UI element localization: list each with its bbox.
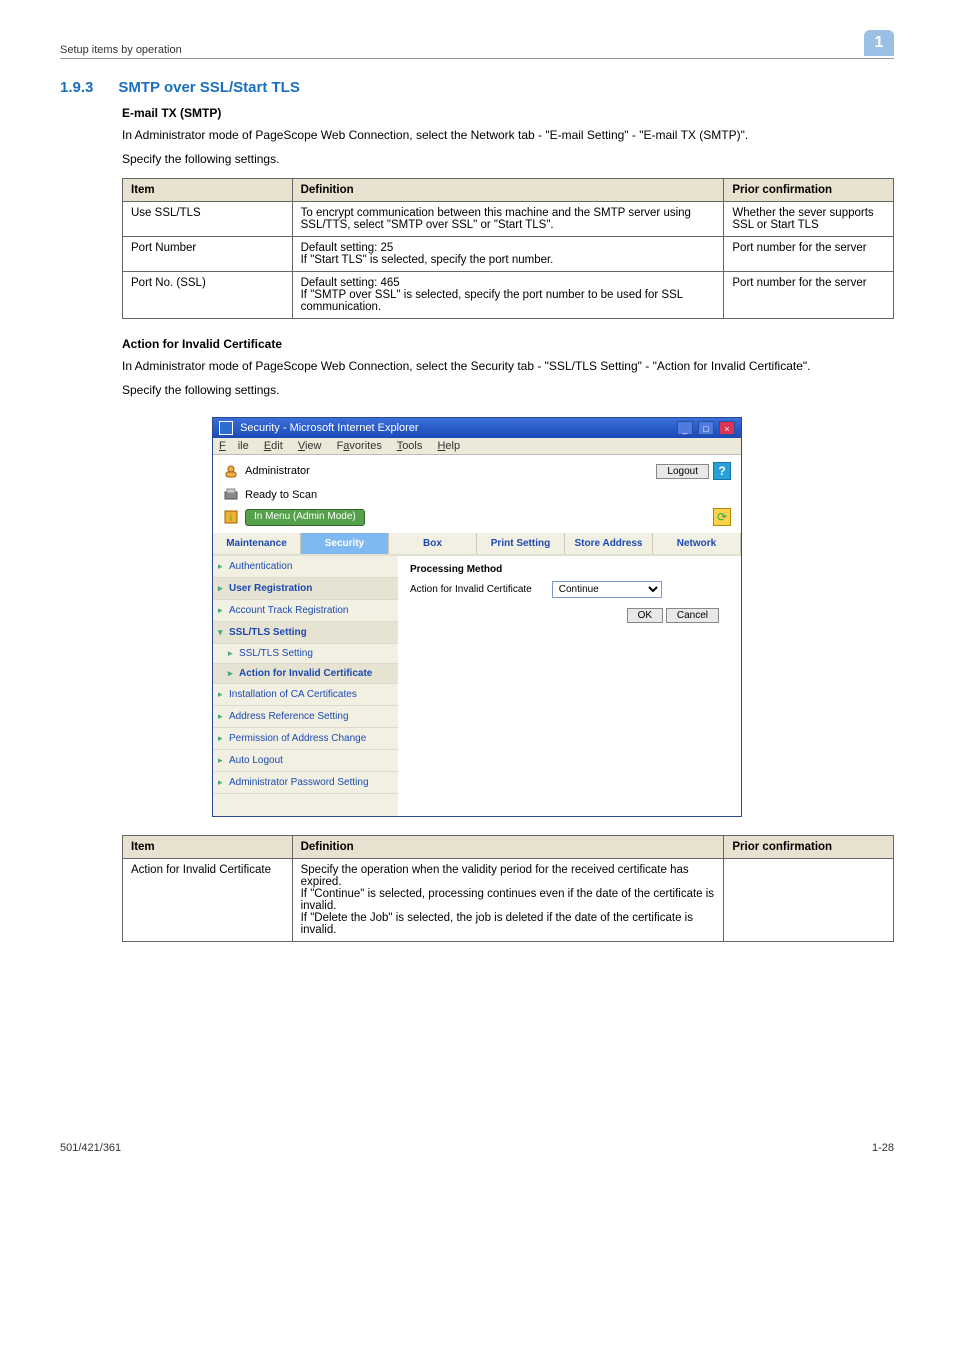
footer-right: 1-28	[872, 1142, 894, 1154]
footer-left: 501/421/361	[60, 1142, 121, 1154]
maximize-button[interactable]: □	[698, 421, 714, 435]
table-row: Action for Invalid Certificate Specify t…	[123, 859, 894, 942]
app-header: Administrator Logout ? Ready to Scan i	[213, 455, 741, 533]
cell-item: Use SSL/TLS	[123, 202, 293, 237]
tab-maintenance[interactable]: Maintenance	[213, 533, 301, 554]
sidebar-item-user-registration[interactable]: User Registration	[213, 578, 398, 600]
refresh-button[interactable]: ⟳	[713, 508, 731, 526]
content-pane: Processing Method Action for Invalid Cer…	[398, 556, 741, 816]
section-number: 1.9.3	[60, 79, 93, 96]
nav-tabs: Maintenance Security Box Print Setting S…	[213, 533, 741, 556]
content-label: Action for Invalid Certificate	[410, 584, 532, 595]
section-heading: 1.9.3 SMTP over SSL/Start TLS	[60, 79, 894, 96]
menu-file[interactable]: File	[219, 440, 249, 452]
ie-icon	[219, 421, 233, 435]
smtp-heading: E-mail TX (SMTP)	[122, 106, 894, 120]
col-item: Item	[123, 836, 293, 859]
col-definition: Definition	[292, 836, 724, 859]
tab-security[interactable]: Security	[301, 533, 389, 554]
cell-definition: To encrypt communication between this ma…	[292, 202, 724, 237]
sidebar-item-auto-logout[interactable]: Auto Logout	[213, 750, 398, 772]
menu-favorites[interactable]: Favorites	[337, 440, 382, 452]
ok-button[interactable]: OK	[627, 608, 663, 623]
admin-icon	[223, 463, 239, 479]
sidebar: Authentication User Registration Account…	[213, 556, 398, 816]
action-para-2: Specify the following settings.	[122, 381, 894, 399]
tab-box[interactable]: Box	[389, 533, 477, 554]
col-prior: Prior confirmation	[724, 836, 894, 859]
menu-help[interactable]: Help	[437, 440, 460, 452]
table-row: Use SSL/TLS To encrypt communication bet…	[123, 202, 894, 237]
cell-item: Port No. (SSL)	[123, 272, 293, 319]
action-table: Item Definition Prior confirmation Actio…	[122, 835, 894, 942]
screenshot-window: Security - Microsoft Internet Explorer _…	[212, 417, 742, 817]
sidebar-item-admin-password[interactable]: Administrator Password Setting	[213, 772, 398, 794]
page-tab-indicator: 1	[864, 30, 894, 56]
page-header: Setup items by operation 1	[60, 30, 894, 59]
menu-edit[interactable]: Edit	[264, 440, 283, 452]
cell-item: Port Number	[123, 237, 293, 272]
action-select[interactable]: Continue	[552, 581, 662, 598]
window-title: Security - Microsoft Internet Explorer	[219, 421, 419, 435]
sidebar-sub-ssl-tls-setting[interactable]: SSL/TLS Setting	[213, 644, 398, 664]
window-title-text: Security - Microsoft Internet Explorer	[240, 422, 419, 434]
sidebar-sub-action-invalid-cert[interactable]: Action for Invalid Certificate	[213, 664, 398, 684]
window-titlebar: Security - Microsoft Internet Explorer _…	[213, 418, 741, 438]
cell-prior: Whether the sever supports SSL or Start …	[724, 202, 894, 237]
mode-indicator: In Menu (Admin Mode)	[245, 509, 365, 526]
col-prior: Prior confirmation	[724, 179, 894, 202]
sidebar-item-authentication[interactable]: Authentication	[213, 556, 398, 578]
tab-print-setting[interactable]: Print Setting	[477, 533, 565, 554]
close-button[interactable]: ×	[719, 421, 735, 435]
help-button[interactable]: ?	[713, 462, 731, 480]
smtp-table: Item Definition Prior confirmation Use S…	[122, 178, 894, 319]
cell-item: Action for Invalid Certificate	[123, 859, 293, 942]
window-menubar: File Edit View Favorites Tools Help	[213, 438, 741, 455]
cell-prior	[724, 859, 894, 942]
smtp-para-1: In Administrator mode of PageScope Web C…	[122, 126, 894, 144]
svg-text:i: i	[230, 513, 232, 524]
admin-label: Administrator	[245, 465, 310, 477]
mode-icon: i	[223, 509, 239, 525]
menu-view[interactable]: View	[298, 440, 322, 452]
cell-definition: Default setting: 465 If "SMTP over SSL" …	[292, 272, 724, 319]
cell-definition: Default setting: 25 If "Start TLS" is se…	[292, 237, 724, 272]
cell-prior: Port number for the server	[724, 272, 894, 319]
printer-icon	[223, 487, 239, 503]
logout-button[interactable]: Logout	[656, 464, 709, 479]
minimize-button[interactable]: _	[677, 421, 693, 435]
sidebar-item-permission-address[interactable]: Permission of Address Change	[213, 728, 398, 750]
tab-network[interactable]: Network	[653, 533, 741, 554]
sidebar-item-ssl-tls[interactable]: SSL/TLS Setting	[213, 622, 398, 644]
smtp-para-2: Specify the following settings.	[122, 150, 894, 168]
table-header-row: Item Definition Prior confirmation	[123, 179, 894, 202]
app-body: Authentication User Registration Account…	[213, 556, 741, 816]
table-row: Port Number Default setting: 25 If "Star…	[123, 237, 894, 272]
page-footer: 501/421/361 1-28	[60, 1142, 894, 1154]
window-controls: _ □ ×	[675, 421, 735, 435]
col-definition: Definition	[292, 179, 724, 202]
tab-store-address[interactable]: Store Address	[565, 533, 653, 554]
table-header-row: Item Definition Prior confirmation	[123, 836, 894, 859]
breadcrumb: Setup items by operation	[60, 44, 182, 56]
cell-definition: Specify the operation when the validity …	[292, 859, 724, 942]
cell-prior: Port number for the server	[724, 237, 894, 272]
sidebar-item-install-ca[interactable]: Installation of CA Certificates	[213, 684, 398, 706]
action-para-1: In Administrator mode of PageScope Web C…	[122, 357, 894, 375]
cancel-button[interactable]: Cancel	[666, 608, 719, 623]
ready-label: Ready to Scan	[245, 489, 317, 501]
content-heading: Processing Method	[410, 564, 729, 575]
menu-tools[interactable]: Tools	[397, 440, 423, 452]
sidebar-item-address-reference[interactable]: Address Reference Setting	[213, 706, 398, 728]
table-row: Port No. (SSL) Default setting: 465 If "…	[123, 272, 894, 319]
section-title: SMTP over SSL/Start TLS	[118, 79, 299, 96]
sidebar-item-account-track[interactable]: Account Track Registration	[213, 600, 398, 622]
in-menu-label: In Menu (Admin Mode)	[246, 510, 364, 525]
col-item: Item	[123, 179, 293, 202]
action-heading: Action for Invalid Certificate	[122, 337, 894, 351]
